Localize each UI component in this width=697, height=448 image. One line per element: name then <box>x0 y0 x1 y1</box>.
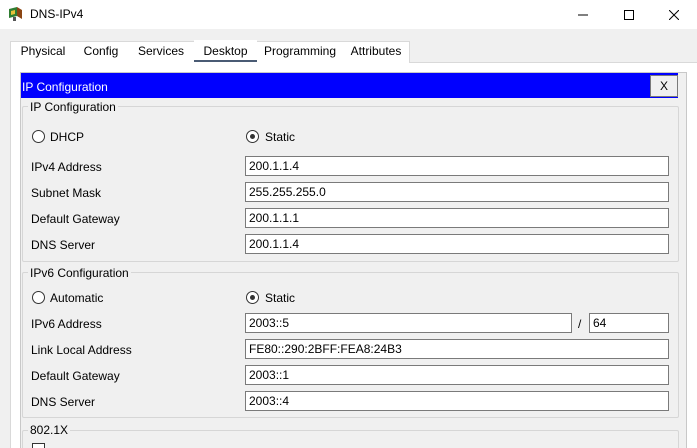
close-icon <box>669 9 679 20</box>
maximize-button[interactable] <box>606 0 652 29</box>
ipv6-dns-server-field[interactable]: 2003::4 <box>245 391 669 411</box>
window-title: DNS-IPv4 <box>30 7 84 21</box>
use-802-1x-checkbox[interactable] <box>32 443 45 448</box>
tab-physical[interactable]: Physical <box>14 40 72 62</box>
dot1x-group-title: 802.1X <box>28 423 71 437</box>
dhcp-radio-label[interactable]: DHCP <box>50 130 84 144</box>
static-ipv6-radio-label[interactable]: Static <box>265 291 295 305</box>
app-icon <box>9 7 22 21</box>
ipv6-group-title: IPv6 Configuration <box>28 266 131 280</box>
minimize-icon <box>578 14 588 15</box>
static-ipv4-radio-label[interactable]: Static <box>265 130 295 144</box>
tab-services[interactable]: Services <box>130 40 192 62</box>
ipv4-address-label: IPv4 Address <box>31 160 102 174</box>
ipv4-default-gateway-field[interactable]: 200.1.1.1 <box>245 208 669 228</box>
automatic-ipv6-radio-label[interactable]: Automatic <box>50 291 103 305</box>
panel-close-button[interactable]: X <box>650 75 678 97</box>
static-ipv4-radio[interactable] <box>246 130 259 143</box>
tab-attributes[interactable]: Attributes <box>343 40 409 62</box>
ipv4-dns-server-field[interactable]: 200.1.1.4 <box>245 234 669 254</box>
close-window-button[interactable] <box>651 0 697 29</box>
link-local-address-field[interactable]: FE80::290:2BFF:FEA8:24B3 <box>245 339 669 359</box>
tab-config[interactable]: Config <box>76 40 126 62</box>
ipv6-address-label: IPv6 Address <box>31 317 102 331</box>
ipv6-address-field[interactable]: 2003::5 <box>245 313 572 333</box>
dhcp-radio[interactable] <box>32 130 45 143</box>
ipv6-dns-server-label: DNS Server <box>31 395 96 409</box>
tab-programming[interactable]: Programming <box>261 40 339 62</box>
dot1x-group <box>22 430 679 448</box>
ipv4-dns-server-label: DNS Server <box>31 238 96 252</box>
prefix-separator: / <box>578 317 582 331</box>
active-tab-indicator <box>194 60 257 62</box>
ipv6-default-gateway-field[interactable]: 2003::1 <box>245 365 669 385</box>
window-titlebar: DNS-IPv4 <box>0 0 697 29</box>
tab-desktop[interactable]: Desktop <box>194 40 257 62</box>
maximize-icon <box>624 9 634 20</box>
panel-header <box>21 73 678 98</box>
ipv6-default-gateway-label: Default Gateway <box>31 369 120 383</box>
ipv4-group-title: IP Configuration <box>28 100 118 114</box>
panel-close-label: X <box>659 79 668 93</box>
subnet-mask-field[interactable]: 255.255.255.0 <box>245 182 669 202</box>
minimize-button[interactable] <box>560 0 606 29</box>
ipv6-prefix-length-field[interactable]: 64 <box>589 313 669 333</box>
panel-title: IP Configuration <box>22 80 108 94</box>
automatic-ipv6-radio[interactable] <box>32 291 45 304</box>
static-ipv6-radio[interactable] <box>246 291 259 304</box>
ipv4-address-field[interactable]: 200.1.1.4 <box>245 156 669 176</box>
link-local-address-label: Link Local Address <box>31 343 132 357</box>
subnet-mask-label: Subnet Mask <box>31 186 102 200</box>
ipv4-default-gateway-label: Default Gateway <box>31 212 120 226</box>
